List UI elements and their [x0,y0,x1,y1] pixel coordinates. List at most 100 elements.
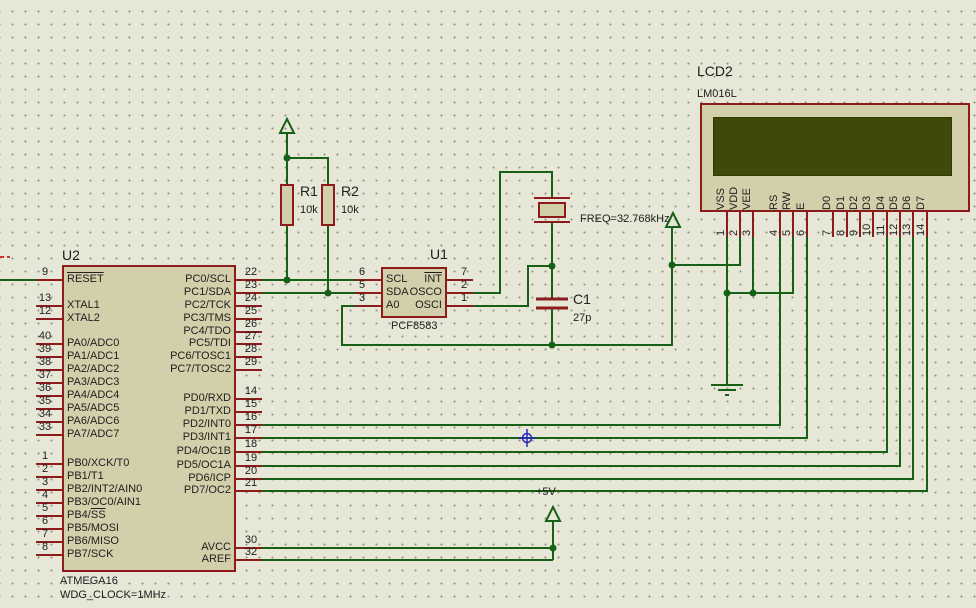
u2-pin-name: PD0/RXD [183,392,231,404]
resistor-r2-body[interactable] [321,184,335,226]
u2-pin-number: 16 [244,411,258,423]
lcd-pin-number: 1 [715,229,727,236]
u2-part-label: ATMEGA16 [60,575,118,587]
ground-icon[interactable] [711,384,743,396]
u2-pin-number: 37 [38,369,52,381]
u1-pin-number: 7 [460,266,468,278]
u1-pin-name: INT [424,273,442,285]
lcd-pin-name: D2 [848,195,860,210]
lcd-pin-name: D5 [888,195,900,210]
u2-pin-name: PC0/SCL [185,273,231,285]
lcd-pin-name: D0 [821,195,833,210]
u2-pin-number: 13 [38,292,52,304]
r1-ref-label: R1 [300,183,318,199]
u2-pin-name: PB5/MOSI [67,522,119,534]
crystal-component[interactable] [534,197,570,223]
lcd-pin-number: 11 [875,224,887,236]
u2-pin-name: PB4/SS [67,509,106,521]
resistor-r1-body[interactable] [280,184,294,226]
u2-pin-number: 2 [41,463,49,475]
u1-pin-number: 3 [358,292,366,304]
u2-pin-number: 3 [41,476,49,488]
lcd-pin-number: 10 [861,223,873,236]
u2-pin-name: PD3/INT1 [182,431,231,443]
u1-part-label: PCF8583 [391,320,438,332]
u2-pin-number: 1 [41,450,49,462]
u2-pin-number: 33 [38,421,52,433]
u2-pin-number: 24 [244,292,258,304]
u1-pin-number: 5 [358,279,366,291]
u2-pin-name: PC3/TMS [183,312,231,324]
u2-pin-number: 32 [244,546,258,558]
lcd-pin-name: D7 [915,195,927,210]
lcd-pin-name: D4 [875,195,887,210]
lcd-pin-name: RS [768,194,780,210]
u2-pin-number: 21 [244,477,258,489]
u2-pin-number: 36 [38,382,52,394]
u2-pin-name: PD4/OC1B [176,445,231,457]
origin-marker-icon [518,429,536,447]
lcd-pin-name: D3 [861,195,873,210]
lcd-pin-number: 6 [795,229,807,236]
u2-pin-number: 15 [244,398,258,410]
u2-pin-name: PD7/OC2 [183,484,231,496]
u2-pin-number: 22 [244,266,258,278]
u2-pin-number: 14 [244,385,258,397]
lcd-pin-number: 7 [821,229,833,236]
lcd-pin-number: 13 [901,223,913,236]
u2-pin-number: 17 [244,424,258,436]
u1-pin-name: OSCO [409,286,442,298]
r2-value-label: 10k [341,204,359,216]
lcd-pin-number: 9 [848,229,860,236]
schematic-canvas[interactable]: U2 ATMEGA16 WDG_CLOCK=1MHz U1 PCF8583 LC… [0,0,976,608]
u1-pin-number: 6 [358,266,366,278]
lcd-pin-number: 2 [728,229,740,236]
u2-pin-number: 7 [41,528,49,540]
u2-pin-number: 28 [244,343,258,355]
u2-ref-label: U2 [62,247,80,263]
u2-property-label: WDG_CLOCK=1MHz [60,589,167,601]
u2-pin-number: 8 [41,541,49,553]
lcd-pin-number: 4 [768,229,780,236]
capacitor-c1-component[interactable] [536,297,568,310]
u2-pin-number: 25 [244,305,258,317]
u1-ref-label: U1 [430,246,448,262]
lcd-pin-name: D6 [901,195,913,210]
u2-pin-number: 5 [41,502,49,514]
u1-pin-number: 1 [460,292,468,304]
u2-pin-number: 4 [41,489,49,501]
lcd-pin-name: D1 [835,195,847,210]
u2-pin-number: 23 [244,279,258,291]
u2-pin-name: PC2/TCK [184,299,231,311]
lcd-pin-number: 3 [741,229,753,236]
u2-pin-number: 40 [38,330,52,342]
lcd-pin-name: E [795,202,807,210]
lcd-part-label: LM016L [697,88,737,100]
u2-pin-number: 18 [244,438,258,450]
lcd-pin-number: 8 [835,229,847,236]
u2-pin-name: PC1/SDA [183,286,231,298]
lcd-pin-number: 14 [915,223,927,236]
u2-pin-number: 9 [41,266,49,278]
lcd-pin-name: VEE [741,187,753,210]
crystal-freq-label: FREQ=32.768kHz [580,213,670,225]
r2-ref-label: R2 [341,183,359,199]
lcd-pin-number: 5 [781,229,793,236]
plus5v-label: +5V [536,486,556,498]
lcd-pin-name: RW [781,191,793,210]
u1-pin-name: OSCI [415,299,442,311]
u2-pin-name: PC6/TOSC1 [170,350,231,362]
u2-pin-number: 29 [244,356,258,368]
u1-pin-number: 2 [460,279,468,291]
c1-value-label: 27p [573,312,592,324]
u2-pin-name: PB3/OC0/AIN1 [67,496,141,508]
power-arrow-icons[interactable] [278,116,682,522]
lcd-pin-name: VSS [715,187,727,210]
u2-pin-name: XTAL2 [67,312,100,324]
lcd-pin-name: VDD [728,186,740,210]
lcd-ref-label: LCD2 [697,63,733,79]
u2-pin-number: 12 [38,305,52,317]
u2-pin-name: AREF [201,553,231,565]
u2-pin-name: XTAL1 [67,299,100,311]
u2-pin-name: PD2/INT0 [182,418,231,430]
